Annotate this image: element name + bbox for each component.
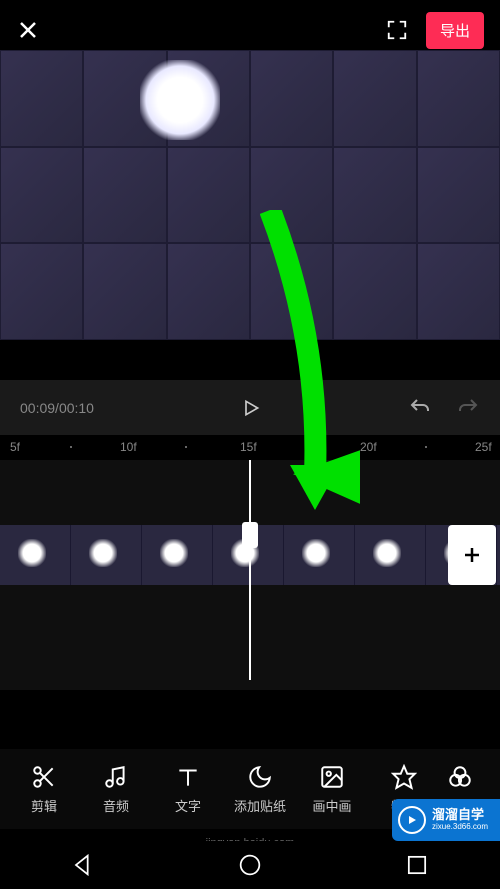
close-button[interactable] <box>16 18 40 42</box>
timeline-ruler[interactable]: 5f 10f 15f 20f 25f <box>0 435 500 459</box>
ruler-mark: 5f <box>10 440 20 454</box>
system-nav-bar <box>0 841 500 889</box>
playback-controls: 00:09/00:10 <box>0 380 500 435</box>
playhead-handle[interactable] <box>242 522 258 548</box>
watermark-title: 溜溜自学 <box>432 808 488 822</box>
close-icon <box>16 18 40 42</box>
play-icon <box>241 398 261 418</box>
undo-button[interactable] <box>408 396 432 420</box>
total-time: 00:10 <box>59 400 94 416</box>
circle-home-icon <box>236 851 264 879</box>
nav-home-button[interactable] <box>236 851 264 879</box>
tool-label: 文字 <box>175 796 201 815</box>
clip-thumbnail[interactable] <box>142 525 213 585</box>
tool-sticker[interactable]: 添加贴纸 <box>224 764 296 815</box>
tool-text[interactable]: 文字 <box>152 764 224 815</box>
moon-icon <box>247 764 273 790</box>
time-display: 00:09/00:10 <box>20 400 94 416</box>
fullscreen-button[interactable] <box>386 19 408 41</box>
ruler-mark: 15f <box>240 440 257 454</box>
star-icon <box>391 764 417 790</box>
video-preview[interactable] <box>0 50 500 340</box>
plus-icon <box>460 543 484 567</box>
preview-light <box>140 60 220 140</box>
redo-button[interactable] <box>456 396 480 420</box>
ruler-mark: 25f <box>475 440 492 454</box>
nav-recent-button[interactable] <box>403 851 431 879</box>
picture-icon <box>319 764 345 790</box>
tool-label: 添加贴纸 <box>234 796 286 815</box>
ruler-mark: 10f <box>120 440 137 454</box>
tool-label: 画中画 <box>312 796 351 815</box>
play-button[interactable] <box>94 398 408 418</box>
tool-label: 剪辑 <box>31 796 57 815</box>
triangle-back-icon <box>69 851 97 879</box>
clip-thumbnail[interactable] <box>284 525 355 585</box>
export-button[interactable]: 导出 <box>426 12 484 49</box>
tool-trim[interactable]: 剪辑 <box>8 764 80 815</box>
square-recent-icon <box>403 851 431 879</box>
redo-icon <box>456 396 480 420</box>
tool-pip[interactable]: 画中画 <box>296 764 368 815</box>
clip-thumbnail[interactable] <box>0 525 71 585</box>
tool-label: 音频 <box>103 796 129 815</box>
playhead[interactable] <box>248 460 252 680</box>
nav-back-button[interactable] <box>69 851 97 879</box>
ruler-mark: 20f <box>360 440 377 454</box>
clip-thumbnail[interactable] <box>71 525 142 585</box>
text-icon <box>175 764 201 790</box>
watermark-badge: 溜溜自学 zixue.3d66.com <box>392 799 500 841</box>
preview-content <box>0 50 500 340</box>
watermark-url: zixue.3d66.com <box>432 823 488 832</box>
current-time: 00:09 <box>20 400 55 416</box>
undo-icon <box>408 396 432 420</box>
playhead-line <box>249 460 251 680</box>
filter-icon <box>447 764 473 790</box>
scissors-icon <box>31 764 57 790</box>
watermark-play-icon <box>398 806 426 834</box>
expand-icon <box>386 19 408 41</box>
tool-audio[interactable]: 音频 <box>80 764 152 815</box>
top-bar: 导出 <box>0 0 500 60</box>
add-clip-button[interactable] <box>448 525 496 585</box>
clip-thumbnail[interactable] <box>355 525 426 585</box>
music-note-icon <box>103 764 129 790</box>
